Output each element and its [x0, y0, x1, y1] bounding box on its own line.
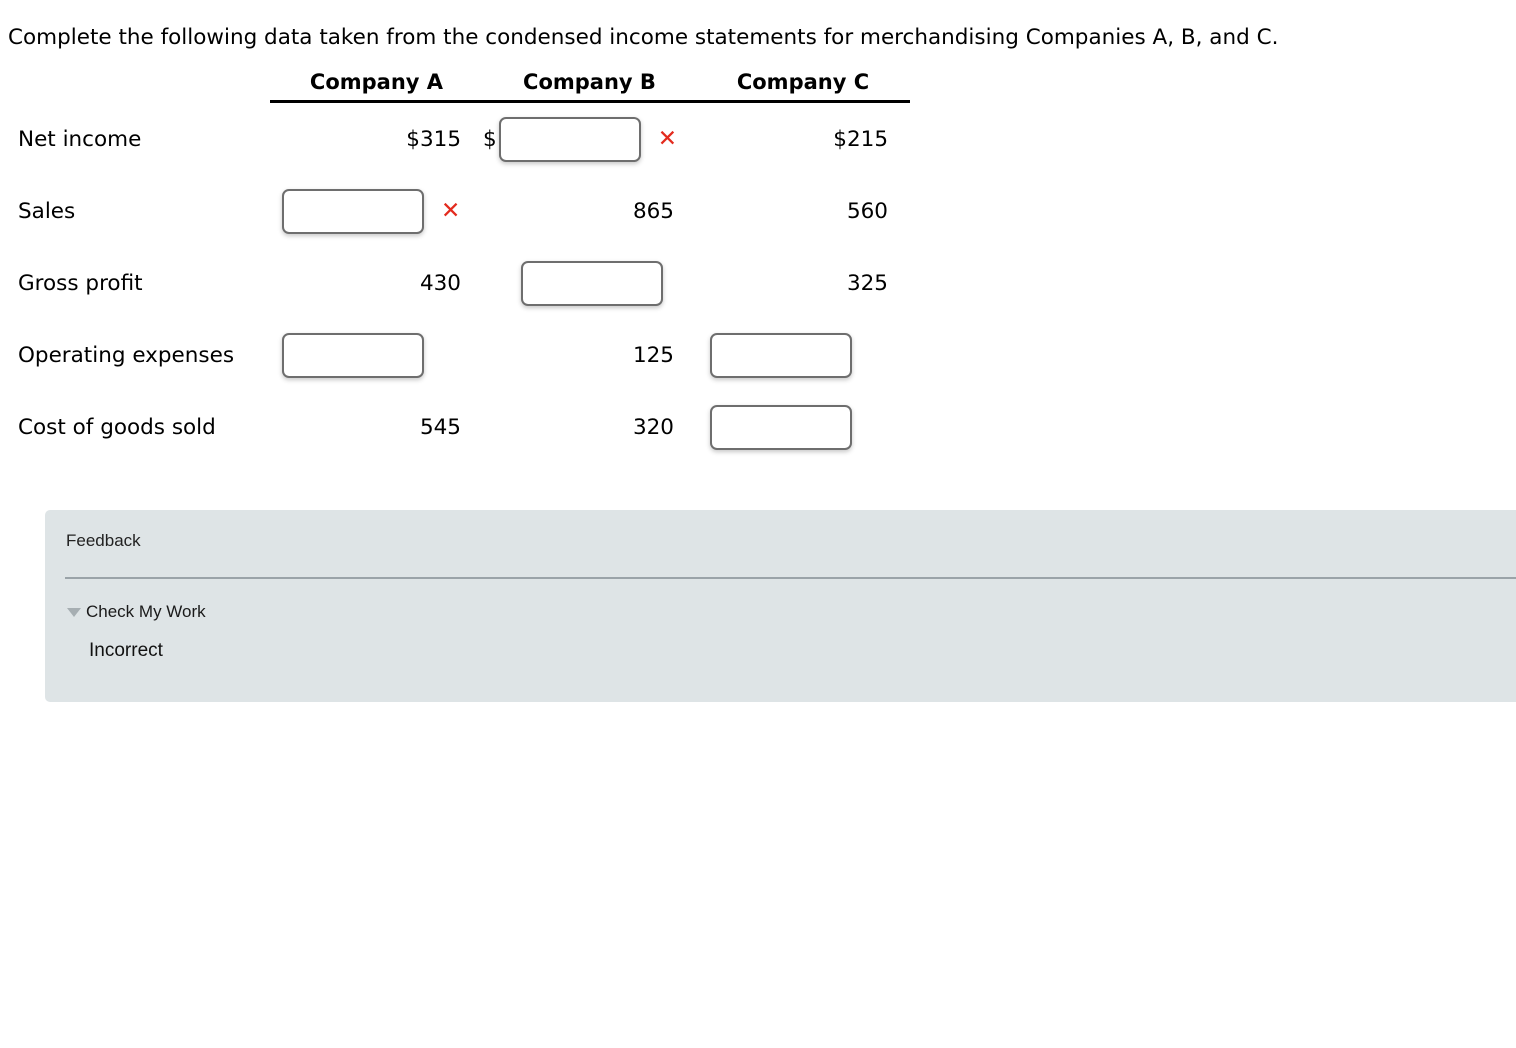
input-net-income-company-b[interactable]: [498, 116, 641, 162]
row-label-gross-profit: Gross profit: [18, 270, 143, 296]
cell-operating-expenses-company-b: 125: [483, 319, 696, 391]
cell-net-income-company-a: $315: [270, 103, 483, 175]
cell-net-income-company-c: $215: [696, 103, 910, 175]
cell-net-income-company-b: $ ✕: [483, 103, 696, 175]
row-label-net-income: Net income: [18, 126, 142, 152]
incorrect-mark-net-income-company-b: ✕: [657, 125, 677, 152]
value-operating-expenses-company-b: 125: [632, 342, 674, 368]
row-label-header: [0, 70, 270, 102]
value-cost-of-goods-sold-company-b: 320: [632, 414, 674, 440]
column-header-company-a: Company A: [309, 70, 444, 94]
row-label-cost-of-goods-sold: Cost of goods sold: [18, 414, 216, 440]
income-statement-worksheet: Company A Company B Company C Net income…: [0, 70, 950, 463]
cell-cost-of-goods-sold-company-b: 320: [483, 391, 696, 463]
feedback-title: Feedback: [66, 531, 141, 550]
value-sales-company-c: 560: [846, 198, 888, 224]
input-operating-expenses-company-c[interactable]: [710, 332, 852, 378]
input-cost-of-goods-sold-company-c[interactable]: [710, 404, 852, 450]
cell-operating-expenses-company-c: [696, 319, 910, 391]
check-my-work-toggle[interactable]: Check My Work: [67, 602, 206, 622]
feedback-result-text: Incorrect: [89, 640, 163, 661]
currency-symbol-net-income-company-b: $: [483, 126, 497, 152]
value-net-income-company-c: $215: [833, 126, 888, 152]
cell-gross-profit-company-b: [483, 247, 696, 319]
column-header-company-b: Company B: [523, 70, 656, 94]
value-cost-of-goods-sold-company-a: 545: [419, 414, 461, 440]
input-gross-profit-company-b[interactable]: [521, 260, 663, 306]
table-row: Net income $315 $ ✕ $215: [0, 103, 910, 175]
column-header-company-c: Company C: [736, 70, 870, 94]
cell-sales-company-c: 560: [696, 175, 910, 247]
input-operating-expenses-company-a[interactable]: [282, 332, 424, 378]
income-statement-table: Company A Company B Company C Net income…: [0, 70, 910, 463]
table-header-row: Company A Company B Company C: [0, 70, 910, 102]
incorrect-mark-sales-company-a: ✕: [441, 197, 461, 224]
cell-operating-expenses-company-a: [270, 319, 483, 391]
value-gross-profit-company-a: 430: [419, 270, 461, 296]
cell-sales-company-b: 865: [483, 175, 696, 247]
row-label-sales: Sales: [18, 198, 76, 224]
check-my-work-label: Check My Work: [86, 602, 206, 621]
value-net-income-company-a: $315: [406, 126, 461, 152]
cell-cost-of-goods-sold-company-a: 545: [270, 391, 483, 463]
cell-gross-profit-company-a: 430: [270, 247, 483, 319]
value-gross-profit-company-c: 325: [846, 270, 888, 296]
cell-cost-of-goods-sold-company-c: [696, 391, 910, 463]
table-row: Gross profit 430 325: [0, 247, 910, 319]
row-label-operating-expenses: Operating expenses: [18, 342, 235, 368]
cell-sales-company-a: ✕: [270, 175, 483, 247]
page-title: Complete the following data taken from t…: [8, 25, 1279, 50]
input-sales-company-a[interactable]: [282, 188, 424, 234]
feedback-divider: [65, 577, 1516, 579]
value-sales-company-b: 865: [632, 198, 674, 224]
triangle-down-icon: [67, 607, 81, 617]
table-row: Operating expenses 125: [0, 319, 910, 391]
table-row: Sales ✕ 865 560: [0, 175, 910, 247]
table-row: Cost of goods sold 545 320: [0, 391, 910, 463]
feedback-panel: Feedback Check My Work Incorrect: [45, 510, 1516, 702]
cell-gross-profit-company-c: 325: [696, 247, 910, 319]
